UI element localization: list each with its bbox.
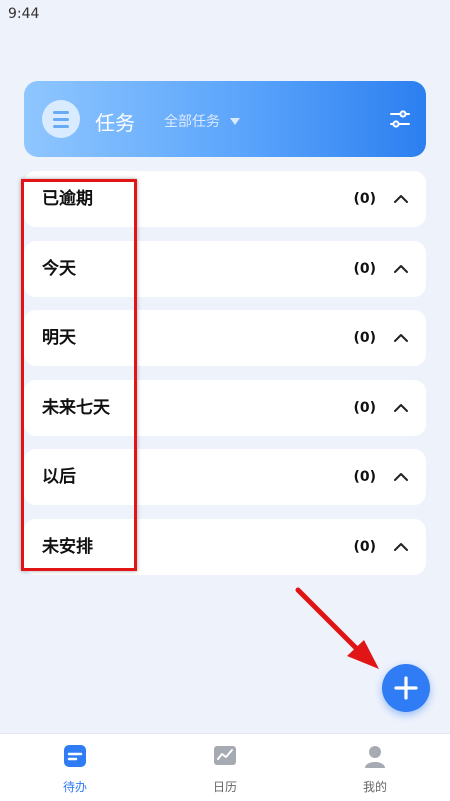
status-time: 9:44	[8, 6, 40, 22]
todo-icon	[64, 745, 86, 767]
bottom-navigation: 待办 日历 我的	[0, 733, 450, 801]
group-count: (0)	[353, 469, 376, 485]
chevron-up-icon[interactable]	[392, 399, 410, 417]
header-card: 任务 全部任务	[24, 81, 426, 157]
group-count: (0)	[353, 330, 376, 346]
nav-label: 我的	[362, 780, 387, 794]
chevron-up-icon[interactable]	[392, 260, 410, 278]
add-task-button[interactable]	[382, 664, 430, 712]
highlight-box-annotation	[21, 179, 137, 571]
chevron-up-icon[interactable]	[392, 190, 410, 208]
menu-icon	[53, 109, 69, 130]
group-count: (0)	[353, 539, 376, 555]
chevron-up-icon[interactable]	[392, 468, 410, 486]
sliders-icon[interactable]	[388, 107, 412, 131]
task-filter-label: 全部任务	[164, 114, 220, 130]
chevron-up-icon[interactable]	[392, 329, 410, 347]
group-count: (0)	[353, 400, 376, 416]
nav-tab-todo[interactable]: 待办	[0, 734, 150, 801]
task-filter-dropdown[interactable]: 全部任务	[164, 111, 240, 131]
nav-label: 待办	[62, 780, 87, 794]
page-title: 任务	[95, 111, 135, 135]
nav-tab-calendar[interactable]: 日历	[150, 734, 300, 801]
status-bar: 9:44	[0, 0, 450, 28]
chevron-up-icon[interactable]	[392, 538, 410, 556]
group-count: (0)	[353, 261, 376, 277]
plus-icon	[394, 676, 418, 700]
group-count: (0)	[353, 191, 376, 207]
calendar-chart-icon	[214, 746, 236, 765]
nav-label: 日历	[212, 780, 237, 794]
profile-icon	[365, 746, 385, 768]
menu-button[interactable]	[42, 100, 80, 138]
caret-down-icon	[230, 118, 240, 125]
nav-tab-profile[interactable]: 我的	[300, 734, 450, 801]
